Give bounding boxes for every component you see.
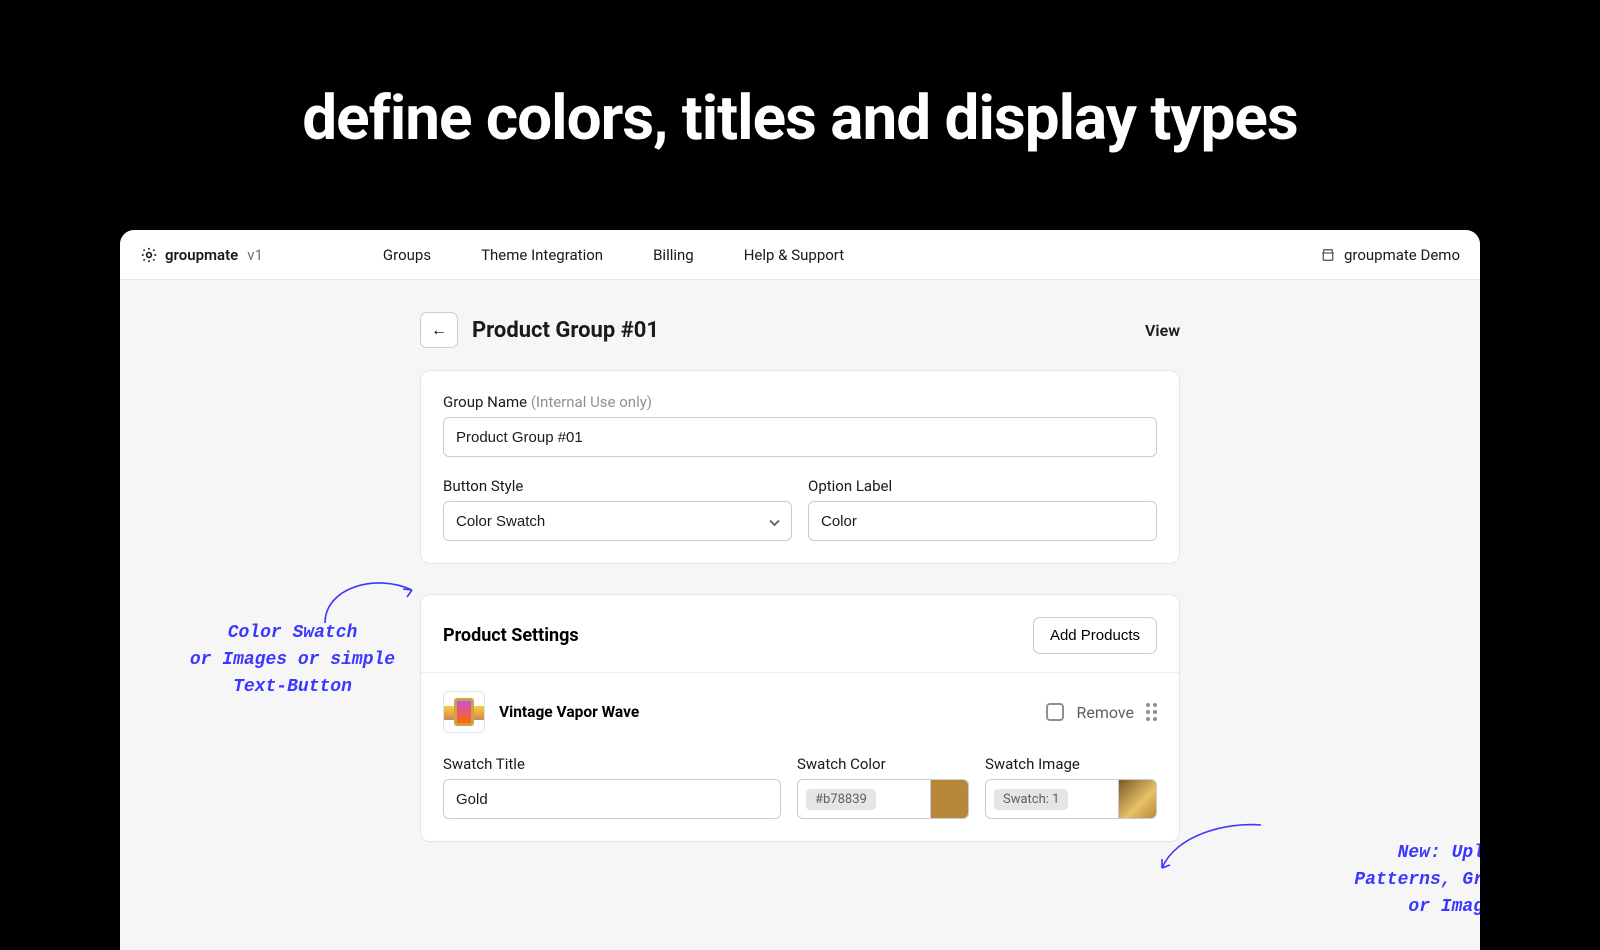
swatch-image-input[interactable]: Swatch: 1 (985, 779, 1157, 819)
store-name: groupmate Demo (1344, 246, 1460, 264)
brand-version: v1 (247, 246, 263, 264)
product-name: Vintage Vapor Wave (499, 703, 639, 721)
store-badge[interactable]: groupmate Demo (1320, 246, 1460, 264)
swatch-title-input[interactable] (443, 779, 781, 819)
topbar: groupmate v1 Groups Theme Integration Bi… (120, 230, 1480, 280)
option-label-input[interactable] (808, 501, 1157, 541)
annotation-right: New: Upload Patterns, Gradients or Image… (1334, 840, 1480, 921)
swatch-color-input[interactable]: #b78839 (797, 779, 969, 819)
arrow-left-curve (320, 568, 420, 632)
gear-icon (140, 246, 158, 264)
swatch-title-label: Swatch Title (443, 755, 781, 773)
product-thumbnail (443, 691, 485, 733)
product-settings-card: Product Settings Add Products Vintage Va… (420, 594, 1180, 842)
group-name-label-text: Group Name (443, 393, 527, 411)
group-card: Group Name (Internal Use only) Button St… (420, 370, 1180, 564)
arrow-left-icon: ← (431, 320, 447, 340)
nav-tabs: Groups Theme Integration Billing Help & … (383, 246, 844, 264)
page-header: ← Product Group #01 View (420, 312, 1180, 348)
product-settings-title: Product Settings (443, 625, 579, 646)
remove-checkbox[interactable] (1046, 703, 1064, 721)
swatch-image-value: Swatch: 1 (994, 789, 1068, 810)
swatch-color-value: #b78839 (806, 789, 876, 810)
store-icon (1320, 247, 1336, 263)
add-products-button[interactable]: Add Products (1033, 617, 1157, 654)
body-area: ← Product Group #01 View Group Name (Int… (120, 280, 1480, 950)
brand: groupmate v1 (140, 246, 263, 264)
group-name-hint: (Internal Use only) (531, 393, 652, 411)
tab-groups[interactable]: Groups (383, 246, 431, 264)
hero-title: define colors, titles and display types (0, 0, 1600, 155)
brand-name: groupmate (165, 246, 238, 264)
page-title: Product Group #01 (472, 318, 659, 343)
annotation-left: Color Swatch or Images or simple Text-Bu… (180, 620, 405, 701)
tab-theme-integration[interactable]: Theme Integration (481, 246, 603, 264)
button-style-select[interactable] (443, 501, 792, 541)
back-button[interactable]: ← (420, 312, 458, 348)
swatch-image-chip (1118, 780, 1156, 818)
option-label-label: Option Label (808, 477, 1157, 495)
arrow-right-curve (1156, 820, 1266, 879)
swatch-color-chip (930, 780, 968, 818)
group-name-label: Group Name (Internal Use only) (443, 393, 1157, 411)
drag-handle-icon[interactable] (1146, 703, 1157, 721)
view-link[interactable]: View (1145, 321, 1180, 340)
button-style-label: Button Style (443, 477, 792, 495)
swatch-image-label: Swatch Image (985, 755, 1157, 773)
remove-label: Remove (1076, 703, 1134, 722)
product-row: Vintage Vapor Wave Remove (421, 672, 1179, 751)
swatch-color-label: Swatch Color (797, 755, 969, 773)
tab-billing[interactable]: Billing (653, 246, 694, 264)
group-name-input[interactable] (443, 417, 1157, 457)
app-window: groupmate v1 Groups Theme Integration Bi… (120, 230, 1480, 950)
tab-help-support[interactable]: Help & Support (744, 246, 844, 264)
